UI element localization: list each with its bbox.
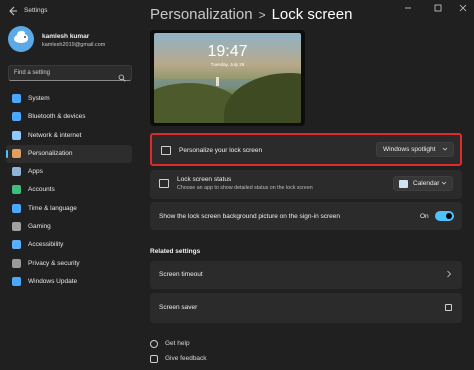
chevron-down-icon bbox=[442, 146, 448, 154]
sidebar-item-apps[interactable]: Apps bbox=[6, 163, 132, 181]
sidebar-item-label: Apps bbox=[28, 168, 43, 176]
status-sublabel: Choose an app to show detailed status on… bbox=[177, 185, 313, 191]
preview-image: 19:47 Tuesday, July 29 bbox=[154, 33, 301, 123]
search-input[interactable]: Find a setting bbox=[8, 65, 132, 82]
sidebar-item-windows-update[interactable]: Windows Update bbox=[6, 273, 132, 291]
minimize-icon[interactable] bbox=[400, 3, 416, 17]
sidebar-nav: System Bluetooth & devices Network & inter… bbox=[6, 90, 132, 291]
personalize-lock-screen-row: Personalize your lock screen Windows spo… bbox=[150, 133, 462, 166]
sidebar-item-system[interactable]: System bbox=[6, 90, 132, 108]
accessibility-icon bbox=[12, 240, 21, 250]
sidebar-item-personalization[interactable]: Personalization bbox=[6, 144, 132, 164]
sign-in-background-toggle[interactable] bbox=[435, 211, 454, 221]
screen-timeout-label: Screen timeout bbox=[159, 271, 203, 278]
sidebar-item-network-internet[interactable]: Network & internet bbox=[6, 127, 132, 145]
chevron-down-icon bbox=[441, 180, 447, 188]
sidebar-item-label: Personalization bbox=[28, 149, 73, 157]
breadcrumb-parent[interactable]: Personalization bbox=[150, 6, 253, 23]
lock-screen-status-row: Lock screen status Choose an app to show… bbox=[150, 170, 462, 199]
get-help-label: Get help bbox=[165, 340, 190, 347]
status-label: Lock screen status bbox=[177, 176, 232, 183]
sidebar-item-bluetooth-devices[interactable]: Bluetooth & devices bbox=[6, 108, 132, 126]
breadcrumb-separator: > bbox=[258, 8, 266, 22]
active-indicator bbox=[6, 149, 8, 158]
sidebar-item-label: System bbox=[28, 95, 50, 102]
app-title: Settings bbox=[24, 7, 48, 14]
avatar bbox=[8, 26, 34, 52]
sign-in-background-row: Show the lock screen background picture … bbox=[150, 202, 462, 230]
personalize-value: Windows spotlight bbox=[383, 146, 436, 153]
personalization-icon bbox=[12, 148, 21, 158]
user-name: kamlesh kumar bbox=[42, 33, 90, 40]
help-icon bbox=[150, 340, 158, 348]
personalize-label: Personalize your lock screen bbox=[179, 147, 263, 154]
related-settings-heading: Related settings bbox=[150, 248, 201, 255]
search-icon bbox=[118, 69, 126, 82]
status-dropdown[interactable]: Calendar bbox=[393, 176, 453, 191]
system-icon bbox=[12, 94, 21, 103]
feedback-icon bbox=[150, 355, 158, 363]
privacy-icon bbox=[12, 258, 21, 268]
network-icon bbox=[12, 130, 21, 140]
sidebar-item-accounts[interactable]: Accounts bbox=[6, 181, 132, 199]
sidebar-item-label: Time & language bbox=[28, 204, 77, 212]
close-icon[interactable] bbox=[455, 3, 471, 17]
sidebar-item-gaming[interactable]: Gaming bbox=[6, 218, 132, 236]
maximize-icon[interactable] bbox=[430, 3, 446, 17]
give-feedback-label: Give feedback bbox=[165, 355, 207, 362]
chevron-right-icon bbox=[446, 270, 452, 280]
preview-time: 19:47 bbox=[207, 43, 248, 60]
user-email: kamlesh2019@gmail.com bbox=[42, 42, 106, 48]
status-icon bbox=[159, 179, 169, 188]
screen-saver-label: Screen saver bbox=[159, 304, 198, 311]
calendar-icon bbox=[399, 180, 408, 188]
sidebar-item-privacy-security[interactable]: Privacy & security bbox=[6, 255, 132, 273]
time-language-icon bbox=[12, 203, 21, 213]
give-feedback-link[interactable]: Give feedback bbox=[150, 355, 230, 364]
sidebar-item-label: Bluetooth & devices bbox=[28, 113, 86, 121]
lock-screen-icon bbox=[161, 146, 171, 155]
sidebar-item-label: Accessibility bbox=[28, 241, 64, 249]
screen-saver-row[interactable]: Screen saver bbox=[150, 293, 462, 323]
accounts-icon bbox=[12, 185, 21, 195]
lighthouse-image bbox=[216, 77, 219, 86]
status-value: Calendar bbox=[413, 180, 440, 187]
back-arrow-icon[interactable] bbox=[8, 6, 20, 18]
lock-screen-preview: 19:47 Tuesday, July 29 bbox=[150, 30, 305, 126]
sidebar-item-label: Network & internet bbox=[28, 131, 82, 139]
gaming-icon bbox=[12, 222, 21, 232]
windows-update-icon bbox=[12, 276, 21, 286]
screen-timeout-row[interactable]: Screen timeout bbox=[150, 261, 462, 289]
sidebar-item-label: Windows Update bbox=[28, 277, 78, 285]
sign-in-background-label: Show the lock screen background picture … bbox=[159, 213, 341, 220]
settings-window: Settings kamlesh kumar kamlesh2019@gmail… bbox=[0, 0, 474, 370]
sidebar-item-label: Accounts bbox=[28, 186, 55, 194]
sidebar-item-accessibility[interactable]: Accessibility bbox=[6, 236, 132, 254]
breadcrumb: Personalization > Lock screen bbox=[150, 6, 352, 23]
personalize-dropdown[interactable]: Windows spotlight bbox=[376, 142, 454, 157]
preview-date: Tuesday, July 29 bbox=[210, 62, 245, 67]
get-help-link[interactable]: Get help bbox=[150, 340, 230, 349]
apps-icon bbox=[12, 167, 21, 177]
bluetooth-icon bbox=[12, 112, 21, 122]
page-title: Lock screen bbox=[271, 6, 353, 23]
toggle-state: On bbox=[420, 213, 429, 220]
sidebar-item-time-language[interactable]: Time & language bbox=[6, 200, 132, 218]
open-external-icon bbox=[445, 304, 452, 311]
sidebar-item-label: Gaming bbox=[28, 223, 51, 231]
search-placeholder: Find a setting bbox=[14, 70, 51, 76]
sidebar-item-label: Privacy & security bbox=[28, 259, 80, 267]
